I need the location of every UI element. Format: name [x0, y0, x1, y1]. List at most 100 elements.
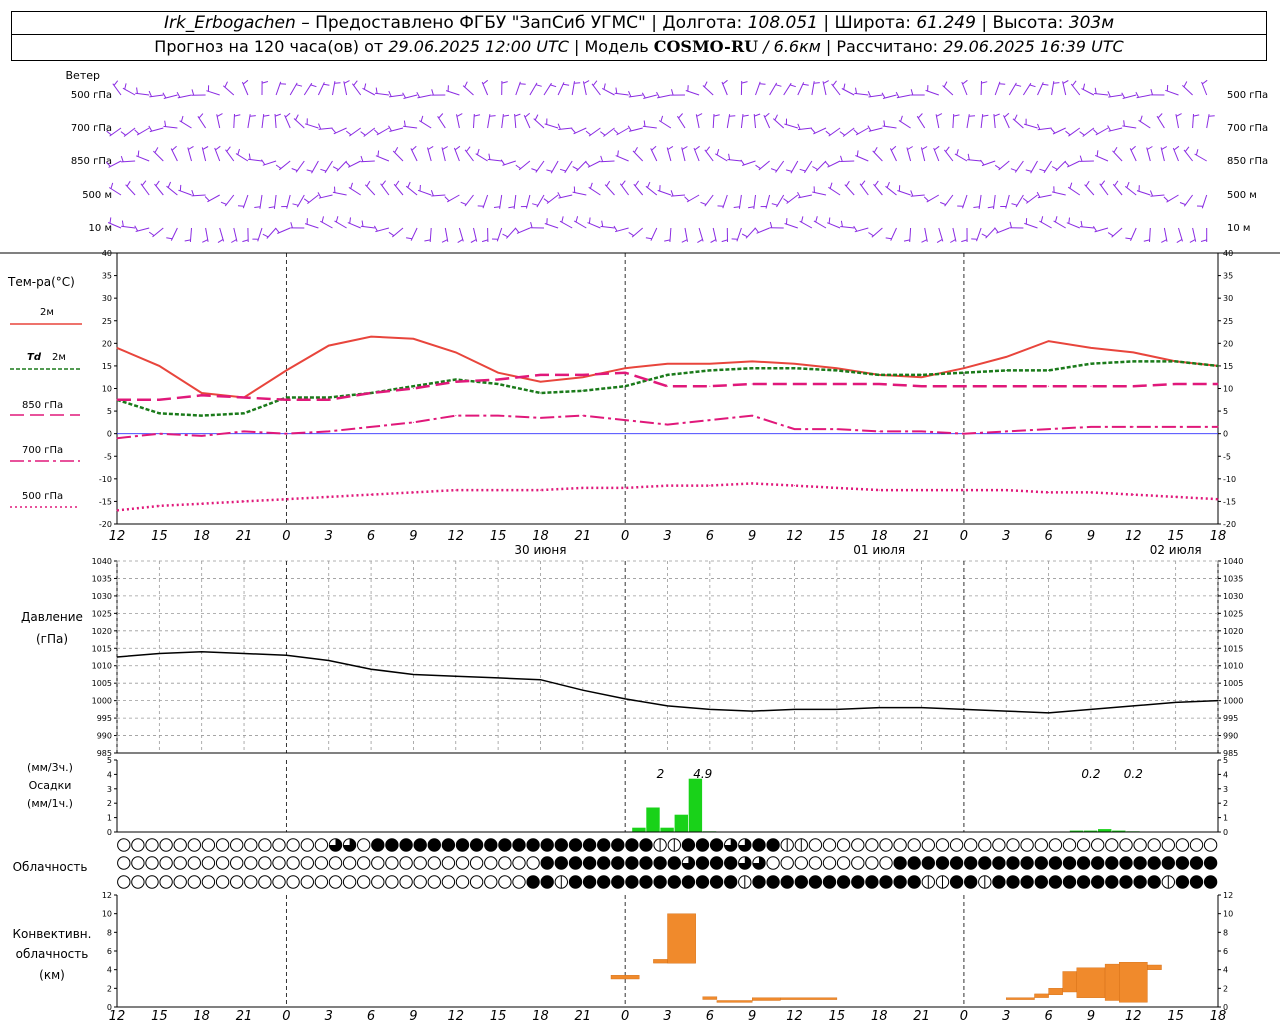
cloud-symbol-clear: [808, 856, 823, 870]
pressure-tick-label: 1035: [92, 574, 112, 583]
cloud-symbol-clear: [978, 838, 992, 852]
wind-barb-feather: [1072, 80, 1077, 86]
precip-tick-label: 1: [1223, 814, 1228, 823]
precip-bar: [660, 827, 674, 832]
wind-barb: [163, 125, 178, 129]
cloud-symbol-overcast: [766, 838, 780, 852]
conv-tick-label: 10: [102, 910, 112, 919]
temp-tick-label: 5: [1223, 407, 1228, 416]
wind-barb-feather: [670, 190, 674, 197]
wind-barb-feather: [968, 115, 976, 117]
wind-barb-feather: [613, 129, 619, 135]
wind-barb-feather: [1094, 87, 1097, 94]
wind-barb: [1178, 227, 1183, 242]
wind-barb-feather: [563, 83, 570, 86]
temp-tick-label: 15: [1223, 362, 1233, 371]
temp-point-p850: [116, 399, 118, 401]
wind-barb: [615, 155, 629, 162]
cloud-symbol-clear: [893, 838, 907, 852]
wind-barb: [293, 118, 305, 129]
conv-cloud-bar: [752, 997, 781, 1001]
precip-tick-label: 4: [1223, 770, 1228, 779]
wind-barb-feather: [774, 114, 778, 121]
conv-tick-label: 8: [107, 928, 112, 937]
cloud-symbol-overcast: [469, 838, 484, 852]
wind-barb-feather: [121, 220, 124, 227]
wind-barb-feather: [360, 131, 366, 136]
cloud-symbol-overcast: [978, 856, 992, 870]
wind-barb-feather: [500, 159, 505, 165]
cloud-symbol-overcast: [681, 875, 696, 889]
wind-level-label-right: 10 м: [1227, 223, 1250, 234]
wind-barb-feather: [943, 81, 948, 88]
wind-barb: [712, 113, 715, 129]
cloud-symbol-clear: [455, 875, 470, 889]
wind-level-label-right: 700 гПа: [1227, 123, 1268, 134]
wind-barb: [559, 220, 573, 229]
cloud-symbol-clear: [399, 856, 413, 870]
temp-point-p500: [667, 485, 668, 487]
temp-point-p850: [285, 399, 287, 401]
cloud-symbol-clear: [935, 838, 950, 852]
wind-barb-feather: [1161, 239, 1167, 243]
conv-tick-label: 6: [1223, 947, 1228, 956]
wind-barb: [772, 118, 785, 129]
wind-barb: [1068, 127, 1081, 137]
wind-barb-feather: [202, 146, 209, 150]
wind-level-label-right: 500 м: [1227, 190, 1257, 201]
wind-barb-feather: [1040, 216, 1044, 223]
cloud-symbol-clear: [230, 875, 244, 889]
cloud-symbol-overcast: [865, 875, 879, 889]
cloud-symbol-overcast: [681, 838, 696, 852]
cloud-symbol-overcast: [1105, 875, 1119, 889]
wind-barb: [812, 191, 827, 196]
temp-point-td: [624, 385, 626, 387]
cloud-symbol-overcast: [949, 875, 964, 889]
wind-barb-feather: [424, 239, 431, 242]
hour-tick-label-bottom: 9: [409, 1009, 417, 1024]
cloud-symbol-clear: [357, 838, 371, 852]
wind-barb-feather: [651, 145, 657, 151]
hour-tick-label: 18: [1210, 529, 1227, 544]
wind-barb-feather: [606, 180, 611, 187]
wind-barb: [219, 227, 225, 242]
cloud-symbol-clear: [230, 856, 244, 870]
precip-tick-label: 1: [107, 814, 112, 823]
wind-barb: [1192, 113, 1194, 129]
wind-barb: [1081, 88, 1095, 96]
cloud-symbol-overcast: [752, 875, 766, 889]
wind-barb-feather: [1146, 146, 1153, 150]
wind-barb: [1165, 89, 1179, 96]
cloud-symbol-clear: [300, 875, 314, 889]
wind-barb: [742, 160, 756, 166]
cloud-symbol-overcast: [639, 856, 653, 870]
wind-barb-feather: [534, 114, 539, 121]
wind-barb: [854, 92, 869, 96]
wind-barb-feather: [601, 220, 604, 227]
temp-tick-label: 35: [1223, 272, 1233, 281]
cloud-symbol-overcast: [653, 875, 667, 889]
temp-point-p500: [1217, 498, 1219, 500]
legend-700-label: 700 гПа: [22, 445, 63, 456]
cloud-symbol-clear: [201, 838, 216, 852]
cloud-symbol-overcast: [568, 856, 583, 870]
cloud-symbol-clear: [314, 875, 329, 889]
wind-barb: [332, 81, 336, 96]
temp-point-p700: [751, 415, 753, 417]
wind-barb-feather: [789, 84, 796, 88]
wind-barb-feather: [1126, 181, 1130, 188]
wind-barb-feather: [323, 83, 330, 86]
wind-barb: [693, 147, 700, 162]
wind-barb-feather: [981, 81, 988, 84]
cloud-symbol-overcast: [455, 838, 470, 852]
wind-barb-feather: [514, 113, 521, 117]
wind-barb: [364, 184, 376, 196]
temp-point-t2m: [582, 376, 584, 378]
wind-barb-feather: [599, 131, 606, 136]
wind-barb: [616, 127, 629, 136]
temp-point-p500: [540, 489, 541, 491]
wind-barb-feather: [1036, 191, 1041, 198]
temp-point-t2m: [116, 347, 118, 349]
hour-tick-label: 3: [325, 529, 333, 544]
cloud-symbol-clear: [385, 875, 399, 889]
